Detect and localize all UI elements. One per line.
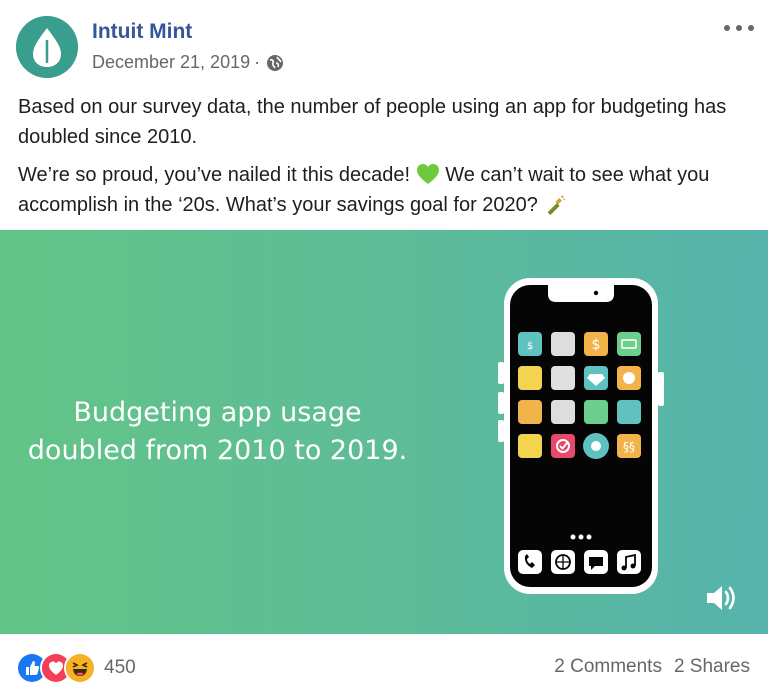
post-header: Intuit Mint December 21, 2019 ·: [0, 0, 768, 90]
phone-illustration: $ $ §§: [498, 278, 664, 594]
svg-text:§§: §§: [623, 440, 635, 454]
media-caption-line-1: Budgeting app usage: [73, 397, 362, 428]
volume-icon[interactable]: [704, 582, 738, 614]
shares-link[interactable]: 2 Shares: [674, 656, 750, 678]
svg-text:$: $: [527, 341, 533, 352]
globe-icon: [267, 54, 284, 71]
engagement-counts: 2 Comments 2 Shares: [554, 656, 750, 678]
svg-text:$: $: [592, 337, 601, 353]
post-paragraph-1: Based on our survey data, the number of …: [18, 96, 727, 148]
media-caption-line-2: doubled from 2010 to 2019.: [27, 435, 408, 466]
post-date[interactable]: December 21, 2019: [92, 52, 250, 73]
post-text: Based on our survey data, the number of …: [18, 92, 753, 228]
meta-separator: ·: [254, 52, 261, 72]
post-meta: December 21, 2019 ·: [92, 52, 284, 73]
page-avatar[interactable]: [16, 16, 78, 78]
post-media[interactable]: Budgeting app usage doubled from 2010 to…: [0, 230, 768, 634]
haha-icon: [64, 652, 96, 684]
page-name-link[interactable]: Intuit Mint: [92, 20, 192, 44]
dot-icon: [736, 25, 742, 31]
champagne-bottle-icon: [548, 195, 566, 215]
post-footer: 450 2 Comments 2 Shares: [0, 640, 768, 696]
media-caption: Budgeting app usage doubled from 2010 to…: [20, 394, 415, 470]
comments-link[interactable]: 2 Comments: [554, 656, 662, 678]
reaction-count: 450: [104, 657, 136, 678]
more-options-button[interactable]: [724, 18, 754, 38]
post-paragraph-2-start: We’re so proud, you’ve nailed it this de…: [18, 164, 411, 186]
dot-icon: [724, 25, 730, 31]
post-paragraph-2: We’re so proud, you’ve nailed it this de…: [18, 160, 753, 220]
reactions-summary[interactable]: 450: [16, 652, 136, 684]
dot-icon: [748, 25, 754, 31]
green-heart-icon: [416, 164, 439, 184]
